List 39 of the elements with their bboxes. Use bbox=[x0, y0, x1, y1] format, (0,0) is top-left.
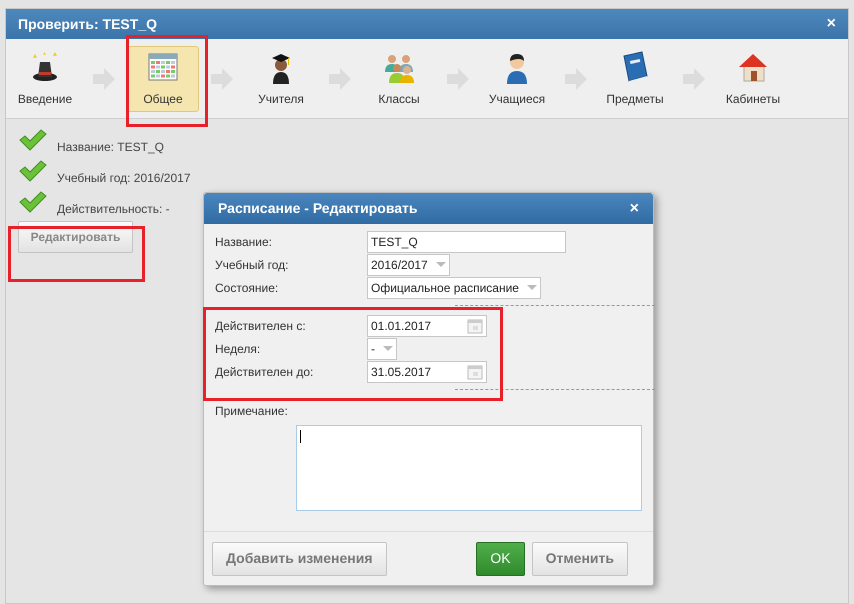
close-button[interactable]: × bbox=[826, 12, 836, 36]
checkmark-icon bbox=[19, 129, 47, 151]
caret-icon bbox=[383, 346, 393, 351]
field-label: Название: bbox=[215, 234, 273, 250]
caret-icon bbox=[526, 285, 537, 290]
text-field[interactable]: TEST_Q bbox=[367, 230, 566, 252]
field-label: Учебный год: bbox=[215, 256, 290, 274]
summary-text: Учебный год: 2016/2017 bbox=[57, 170, 190, 187]
summary-text: Действительность: - bbox=[57, 201, 170, 218]
dropdown[interactable]: 2016/2017 bbox=[367, 254, 450, 276]
field-label: Неделя: bbox=[215, 340, 262, 358]
wizard-step[interactable]: Общее bbox=[127, 46, 199, 112]
wizard-step[interactable]: Кабинеты bbox=[717, 46, 789, 112]
field-label: Действителен с: bbox=[215, 318, 307, 334]
date-field[interactable]: 31.05.2017 bbox=[367, 360, 487, 382]
caret-icon bbox=[436, 262, 446, 267]
field-label: Состояние: bbox=[215, 280, 280, 296]
wizard-step[interactable]: Классы bbox=[363, 46, 435, 112]
close-button[interactable]: × bbox=[630, 196, 639, 220]
window-title: Проверить: TEST_Q bbox=[18, 14, 158, 34]
date-field[interactable]: 01.01.2017 bbox=[367, 314, 487, 336]
dialog-button[interactable]: Отменить bbox=[532, 542, 628, 576]
wizard-step[interactable]: Учителя bbox=[245, 46, 317, 112]
summary-text: Название: TEST_Q bbox=[57, 139, 164, 156]
field-label: Действителен до: bbox=[215, 364, 314, 380]
dialog-title: Расписание - Редактировать bbox=[218, 199, 418, 218]
calendar-icon bbox=[467, 318, 483, 334]
wizard-step[interactable]: Учащиеся bbox=[481, 46, 553, 112]
wizard-step[interactable]: Предметы bbox=[599, 46, 671, 112]
wizard-step[interactable]: Введение bbox=[9, 46, 81, 112]
checkmark-icon bbox=[19, 191, 47, 213]
dialog-button[interactable]: Добавить изменения bbox=[212, 542, 387, 576]
calendar-icon bbox=[467, 364, 483, 380]
note-textarea[interactable] bbox=[296, 425, 642, 511]
dropdown[interactable]: - bbox=[367, 338, 397, 360]
checkmark-icon bbox=[19, 160, 47, 182]
field-label: Примечание: bbox=[215, 403, 289, 420]
dropdown[interactable]: Официальное расписание bbox=[367, 276, 541, 298]
text-cursor bbox=[300, 430, 301, 443]
